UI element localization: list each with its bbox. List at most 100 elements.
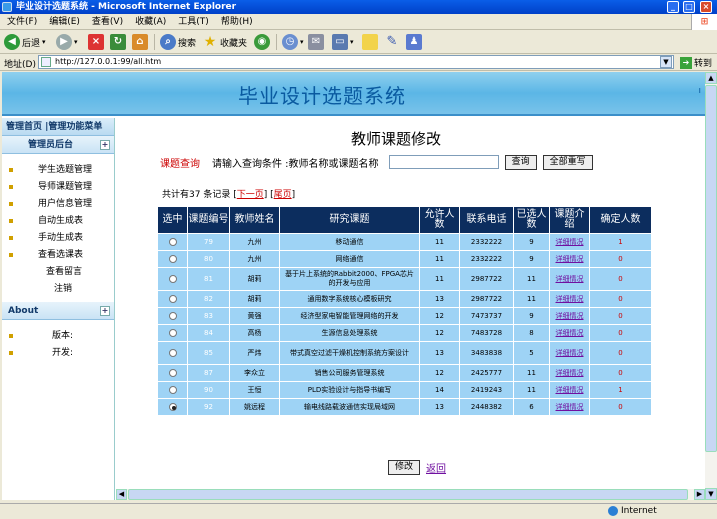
edit-button[interactable] — [362, 33, 378, 51]
select-radio[interactable] — [168, 255, 177, 263]
sidebar-item-auto-generate[interactable]: 自动生成表 — [2, 213, 114, 230]
teacher-name: 严炜 — [229, 341, 280, 365]
topic-no: 80 — [187, 250, 230, 268]
stop-button[interactable]: × — [88, 33, 104, 51]
menu-edit[interactable]: 编辑(E) — [44, 14, 85, 30]
page-viewport: 毕业设计选题系统 ı 管理首页 |管理功能菜单 管理员后台 + 学生选题管理 导… — [2, 72, 705, 500]
modify-button[interactable]: 修改 — [388, 460, 421, 475]
home-button[interactable]: ⌂ — [132, 33, 148, 51]
detail-link[interactable]: 详细情况 — [549, 250, 590, 268]
scroll-right-icon[interactable]: ▶ — [694, 489, 705, 500]
go-button[interactable]: ➔ 转到 — [680, 56, 712, 69]
select-radio[interactable] — [168, 349, 177, 357]
chosen-count: 5 — [513, 341, 550, 365]
favorites-label: 收藏夹 — [220, 38, 248, 49]
back-button[interactable]: ◀ 后退 ▾ — [4, 33, 46, 51]
mail-button[interactable]: ✉ — [308, 33, 324, 51]
last-page-link[interactable]: 尾页 — [274, 190, 292, 200]
detail-link[interactable]: 详细情况 — [549, 290, 590, 308]
select-radio[interactable] — [168, 238, 177, 246]
detail-link[interactable]: 详细情况 — [549, 324, 590, 342]
allowed-count: 13 — [419, 290, 460, 308]
menu-bar: 文件(F) 编辑(E) 查看(V) 收藏(A) 工具(T) 帮助(H) — [0, 14, 717, 30]
address-dropdown-button[interactable]: ▼ — [660, 56, 672, 68]
search-button[interactable]: ⌕ 搜索 — [160, 33, 196, 51]
search-input[interactable] — [388, 155, 499, 169]
sidebar-item-student-topics[interactable]: 学生选题管理 — [2, 162, 114, 179]
select-radio[interactable] — [168, 329, 177, 337]
select-radio[interactable] — [168, 275, 177, 283]
menu-favorites[interactable]: 收藏(A) — [130, 14, 171, 30]
detail-link[interactable]: 详细情况 — [549, 341, 590, 365]
select-cell — [157, 364, 188, 382]
maximize-button[interactable]: □ — [683, 1, 695, 13]
sidebar-item-messages[interactable]: 查看留言 — [2, 264, 114, 281]
confirmed-count: 0 — [589, 341, 652, 365]
detail-link[interactable]: 详细情况 — [549, 307, 590, 325]
vertical-scrollbar[interactable]: ▲ ▼ — [705, 72, 717, 500]
note-icon — [362, 34, 378, 50]
topic-name: 带式真空过滤干燥机控制系统方案设计 — [279, 341, 420, 365]
refresh-icon: ↻ — [110, 34, 126, 50]
sidebar-item-label: 手动生成表 — [38, 233, 84, 243]
print-button[interactable]: ▭ ▾ — [332, 33, 354, 51]
detail-link[interactable]: 详细情况 — [549, 267, 590, 291]
forward-button[interactable]: ▶ ▾ — [56, 33, 78, 51]
detail-link[interactable]: 详细情况 — [549, 381, 590, 399]
bullet-icon — [9, 219, 13, 223]
select-radio[interactable] — [168, 312, 177, 320]
sidebar-section-about[interactable]: About + — [2, 302, 114, 320]
back-link[interactable]: 返回 — [426, 460, 446, 475]
refresh-button[interactable]: ↻ — [110, 33, 126, 51]
sidebar-item-view-selection[interactable]: 查看选课表 — [2, 247, 114, 264]
table-row: 85 严炜 带式真空过滤干燥机控制系统方案设计 13 3483838 5 详细情况 0 — [157, 341, 652, 365]
menu-tools[interactable]: 工具(T) — [173, 14, 214, 30]
address-input[interactable]: http://127.0.0.1:99/all.htm — [38, 55, 674, 69]
select-radio[interactable] — [168, 295, 177, 303]
search-button[interactable]: 查询 — [504, 154, 537, 170]
collapse-icon[interactable]: + — [100, 140, 110, 150]
menu-view[interactable]: 查看(V) — [87, 14, 128, 30]
messenger-button[interactable]: ♟ — [406, 33, 422, 51]
sidebar-section-admin[interactable]: 管理员后台 + — [2, 136, 114, 154]
table-row: 79 九州 移动通信 11 2332222 9 详细情况 1 — [157, 233, 652, 251]
select-radio[interactable] — [168, 369, 177, 377]
sidebar-item-label: 学生选题管理 — [38, 165, 93, 175]
sidebar-item-manual-generate[interactable]: 手动生成表 — [2, 230, 114, 247]
media-button[interactable]: ◉ — [254, 33, 270, 51]
select-radio[interactable] — [168, 403, 177, 411]
horizontal-scroll-thumb[interactable] — [128, 489, 688, 500]
scroll-up-icon[interactable]: ▲ — [705, 72, 717, 84]
vertical-scroll-thumb[interactable] — [705, 85, 717, 452]
menu-file[interactable]: 文件(F) — [2, 14, 42, 30]
collapse-icon[interactable]: + — [100, 306, 110, 316]
discuss-button[interactable]: ✎ — [384, 33, 400, 51]
next-page-link[interactable]: 下一页 — [237, 190, 264, 200]
sidebar-item-logout[interactable]: 注销 — [2, 281, 114, 298]
select-radio[interactable] — [168, 386, 177, 394]
table-row: 81 胡莉 基于片上系统的Rabbit2000、FPGA芯片的开发与应用 11 2987… — [157, 267, 652, 291]
topic-name: 生源信息处理系统 — [279, 324, 420, 342]
menu-help[interactable]: 帮助(H) — [216, 14, 258, 30]
record-count: 共计有37 条记录 — [162, 190, 231, 200]
detail-link[interactable]: 详细情况 — [549, 398, 590, 416]
detail-link[interactable]: 详细情况 — [549, 233, 590, 251]
media-icon: ◉ — [254, 34, 270, 50]
minimize-button[interactable]: _ — [667, 1, 679, 13]
scroll-left-icon[interactable]: ◀ — [116, 489, 127, 500]
action-row: 修改 返回 — [388, 460, 446, 475]
horizontal-scrollbar[interactable]: ◀ ▶ — [116, 489, 705, 500]
favorites-button[interactable]: ★ 收藏夹 — [202, 33, 247, 51]
scroll-down-icon[interactable]: ▼ — [705, 488, 717, 500]
teacher-name: 姚远程 — [229, 398, 280, 416]
teacher-name: 王恒 — [229, 381, 280, 399]
close-button[interactable]: × — [700, 1, 712, 13]
sidebar-item-users[interactable]: 用户信息管理 — [2, 196, 114, 213]
allowed-count: 11 — [419, 267, 460, 291]
reset-button[interactable]: 全部重写 — [542, 154, 593, 170]
history-button[interactable]: ◷ ▾ — [282, 33, 304, 51]
sidebar-item-teacher-topics[interactable]: 导师课题管理 — [2, 179, 114, 196]
phone: 2425777 — [459, 364, 514, 382]
sidebar-top-links[interactable]: 管理首页 |管理功能菜单 — [2, 118, 114, 136]
detail-link[interactable]: 详细情况 — [549, 364, 590, 382]
